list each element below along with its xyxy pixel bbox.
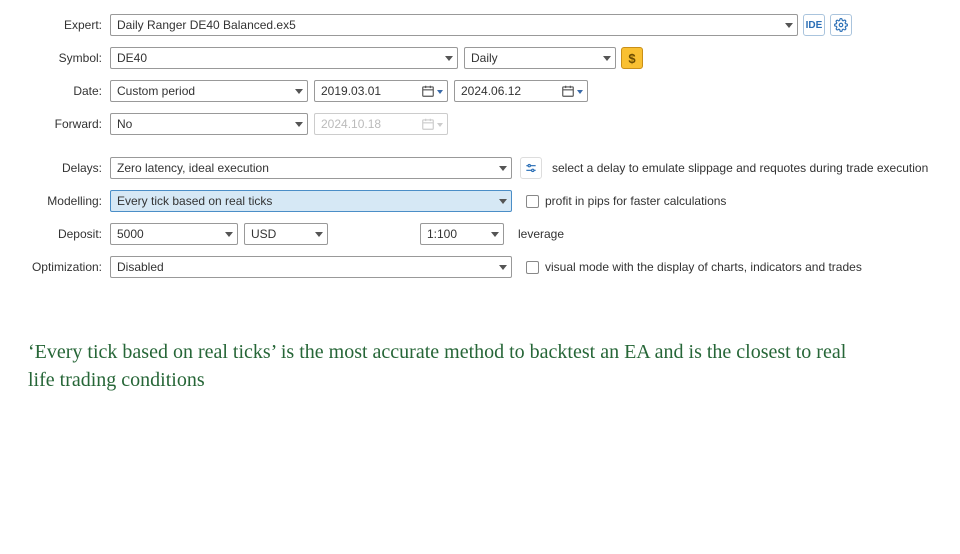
expert-label: Expert: bbox=[18, 18, 110, 32]
delays-label: Delays: bbox=[18, 161, 110, 175]
delays-settings-button[interactable] bbox=[520, 157, 542, 179]
date-to-input[interactable]: 2024.06.12 bbox=[454, 80, 588, 102]
modelling-label: Modelling: bbox=[18, 194, 110, 208]
symbol-label: Symbol: bbox=[18, 51, 110, 65]
settings-button[interactable] bbox=[830, 14, 852, 36]
deposit-row: Deposit: 5000 USD 1:100 leverage bbox=[18, 223, 942, 245]
ide-button-label: IDE bbox=[806, 20, 823, 31]
modelling-value: Every tick based on real ticks bbox=[117, 194, 505, 208]
caption-text: ‘Every tick based on real ticks’ is the … bbox=[18, 338, 878, 394]
date-row: Date: Custom period 2019.03.01 2024.06.1… bbox=[18, 80, 942, 102]
delays-value: Zero latency, ideal execution bbox=[117, 161, 505, 175]
symbol-info-button[interactable]: $ bbox=[621, 47, 643, 69]
date-label: Date: bbox=[18, 84, 110, 98]
deposit-currency-select[interactable]: USD bbox=[244, 223, 328, 245]
delays-hint: select a delay to emulate slippage and r… bbox=[552, 161, 928, 175]
expert-row: Expert: Daily Ranger DE40 Balanced.ex5 I… bbox=[18, 14, 942, 36]
delays-row: Delays: Zero latency, ideal execution se… bbox=[18, 157, 942, 179]
symbol-select[interactable]: DE40 bbox=[110, 47, 458, 69]
forward-row: Forward: No 2024.10.18 bbox=[18, 113, 942, 135]
modelling-select[interactable]: Every tick based on real ticks bbox=[110, 190, 512, 212]
date-to-value: 2024.06.12 bbox=[461, 84, 557, 98]
symbol-row: Symbol: DE40 Daily $ bbox=[18, 47, 942, 69]
deposit-amount-select[interactable]: 5000 bbox=[110, 223, 238, 245]
date-mode-value: Custom period bbox=[117, 84, 301, 98]
optimization-select[interactable]: Disabled bbox=[110, 256, 512, 278]
period-value: Daily bbox=[471, 51, 609, 65]
ide-button[interactable]: IDE bbox=[803, 14, 825, 36]
forward-date-input: 2024.10.18 bbox=[314, 113, 448, 135]
leverage-value: 1:100 bbox=[427, 227, 497, 241]
forward-date-value: 2024.10.18 bbox=[321, 117, 417, 131]
calendar-icon bbox=[421, 116, 443, 132]
calendar-icon bbox=[561, 83, 583, 99]
calendar-icon bbox=[421, 83, 443, 99]
visual-mode-label: visual mode with the display of charts, … bbox=[545, 260, 862, 274]
deposit-currency-value: USD bbox=[251, 227, 321, 241]
period-select[interactable]: Daily bbox=[464, 47, 616, 69]
modelling-row: Modelling: Every tick based on real tick… bbox=[18, 190, 942, 212]
optimization-value: Disabled bbox=[117, 260, 505, 274]
optimization-label: Optimization: bbox=[18, 260, 110, 274]
optimization-row: Optimization: Disabled visual mode with … bbox=[18, 256, 942, 278]
date-mode-select[interactable]: Custom period bbox=[110, 80, 308, 102]
pips-checkbox-label: profit in pips for faster calculations bbox=[545, 194, 726, 208]
expert-value: Daily Ranger DE40 Balanced.ex5 bbox=[117, 18, 791, 32]
sliders-icon bbox=[524, 161, 538, 175]
forward-mode-value: No bbox=[117, 117, 301, 131]
forward-label: Forward: bbox=[18, 117, 110, 131]
date-from-input[interactable]: 2019.03.01 bbox=[314, 80, 448, 102]
forward-mode-select[interactable]: No bbox=[110, 113, 308, 135]
symbol-value: DE40 bbox=[117, 51, 451, 65]
pips-checkbox[interactable] bbox=[526, 195, 539, 208]
date-from-value: 2019.03.01 bbox=[321, 84, 417, 98]
leverage-select[interactable]: 1:100 bbox=[420, 223, 504, 245]
visual-mode-checkbox[interactable] bbox=[526, 261, 539, 274]
leverage-label: leverage bbox=[518, 227, 564, 241]
delays-select[interactable]: Zero latency, ideal execution bbox=[110, 157, 512, 179]
deposit-amount-value: 5000 bbox=[117, 227, 231, 241]
deposit-label: Deposit: bbox=[18, 227, 110, 241]
expert-select[interactable]: Daily Ranger DE40 Balanced.ex5 bbox=[110, 14, 798, 36]
dollar-icon: $ bbox=[628, 51, 635, 66]
gear-icon bbox=[834, 18, 848, 32]
